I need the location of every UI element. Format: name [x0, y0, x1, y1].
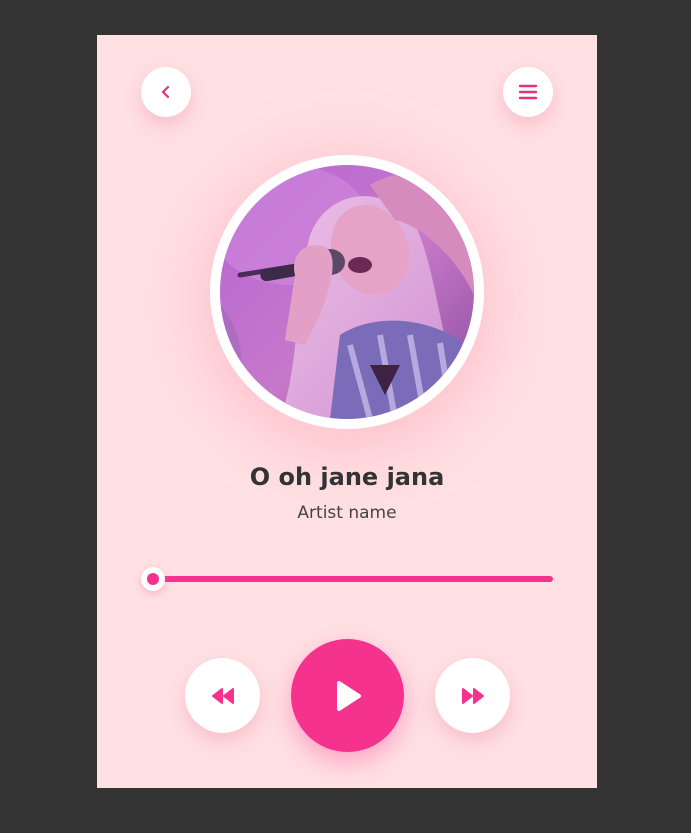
album-cover-frame [210, 155, 484, 429]
back-button[interactable] [141, 67, 191, 117]
album-cover-image [220, 165, 474, 419]
chevron-left-icon [161, 85, 170, 99]
rewind-button[interactable] [185, 658, 260, 733]
progress-bar[interactable] [147, 576, 553, 582]
music-player: O oh jane jana Artist name [97, 35, 597, 788]
artist-name: Artist name [297, 503, 397, 523]
rewind-icon [211, 687, 234, 704]
progress-thumb-dot [147, 573, 159, 585]
fast-forward-button[interactable] [435, 658, 510, 733]
song-title: O oh jane jana [249, 463, 445, 491]
play-icon [336, 680, 361, 711]
hamburger-menu-icon [518, 84, 538, 100]
fast-forward-icon [461, 687, 484, 704]
progress-slider-thumb[interactable] [141, 567, 165, 591]
menu-button[interactable] [503, 67, 553, 117]
play-button[interactable] [291, 639, 404, 752]
